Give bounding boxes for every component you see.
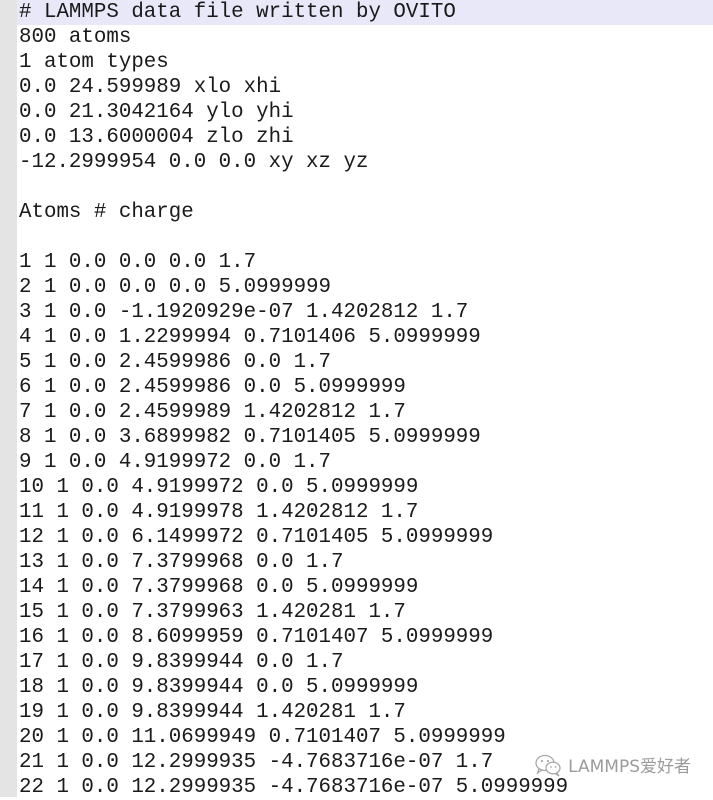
editor-line-atom[interactable]: 6 1 0.0 2.4599986 0.0 5.0999999	[17, 375, 713, 400]
editor-line-z-bounds[interactable]: 0.0 13.6000004 zlo zhi	[17, 125, 713, 150]
editor-line-atom[interactable]: 11 1 0.0 4.9199978 1.4202812 1.7	[17, 500, 713, 525]
editor-line-atom[interactable]: 15 1 0.0 7.3799963 1.420281 1.7	[17, 600, 713, 625]
editor-line-atom[interactable]: 12 1 0.0 6.1499972 0.7101405 5.0999999	[17, 525, 713, 550]
watermark: LAMMPS爱好者	[534, 752, 691, 777]
editor-line-atom[interactable]: 17 1 0.0 9.8399944 0.0 1.7	[17, 650, 713, 675]
editor-line-header-comment[interactable]: # LAMMPS data file written by OVITO	[17, 0, 713, 25]
editor-line-atom[interactable]: 7 1 0.0 2.4599989 1.4202812 1.7	[17, 400, 713, 425]
editor-line-x-bounds[interactable]: 0.0 24.599989 xlo xhi	[17, 75, 713, 100]
text-editor[interactable]: # LAMMPS data file written by OVITO 800 …	[0, 0, 713, 800]
editor-line-atom[interactable]: 1 1 0.0 0.0 0.0 1.7	[17, 250, 713, 275]
editor-line-atom[interactable]: 2 1 0.0 0.0 0.0 5.0999999	[17, 275, 713, 300]
editor-line-atoms-section[interactable]: Atoms # charge	[17, 200, 713, 225]
wechat-icon	[534, 753, 562, 777]
editor-text-area[interactable]: # LAMMPS data file written by OVITO 800 …	[17, 0, 713, 800]
editor-gutter	[0, 0, 17, 797]
watermark-text: LAMMPS爱好者	[568, 757, 691, 777]
editor-line-atom-types[interactable]: 1 atom types	[17, 50, 713, 75]
editor-line-atom[interactable]: 19 1 0.0 9.8399944 1.420281 1.7	[17, 700, 713, 725]
editor-line-atom[interactable]: 9 1 0.0 4.9199972 0.0 1.7	[17, 450, 713, 475]
editor-line-atom[interactable]: 20 1 0.0 11.0699949 0.7101407 5.0999999	[17, 725, 713, 750]
editor-line-atom[interactable]: 13 1 0.0 7.3799968 0.0 1.7	[17, 550, 713, 575]
editor-line-atom[interactable]: 8 1 0.0 3.6899982 0.7101405 5.0999999	[17, 425, 713, 450]
editor-line-atom[interactable]: 18 1 0.0 9.8399944 0.0 5.0999999	[17, 675, 713, 700]
editor-line-atom[interactable]: 14 1 0.0 7.3799968 0.0 5.0999999	[17, 575, 713, 600]
editor-line-atom-count[interactable]: 800 atoms	[17, 25, 713, 50]
editor-line-blank[interactable]	[17, 225, 713, 250]
editor-line-tilt-factors[interactable]: -12.2999954 0.0 0.0 xy xz yz	[17, 150, 713, 175]
editor-line-atom[interactable]: 22 1 0.0 12.2999935 -4.7683716e-07 5.099…	[17, 775, 713, 800]
editor-line-blank[interactable]	[17, 175, 713, 200]
editor-line-atom[interactable]: 16 1 0.0 8.6099959 0.7101407 5.0999999	[17, 625, 713, 650]
editor-line-y-bounds[interactable]: 0.0 21.3042164 ylo yhi	[17, 100, 713, 125]
editor-line-atom[interactable]: 4 1 0.0 1.2299994 0.7101406 5.0999999	[17, 325, 713, 350]
editor-line-atom[interactable]: 3 1 0.0 -1.1920929e-07 1.4202812 1.7	[17, 300, 713, 325]
editor-line-atom[interactable]: 10 1 0.0 4.9199972 0.0 5.0999999	[17, 475, 713, 500]
editor-line-atom[interactable]: 5 1 0.0 2.4599986 0.0 1.7	[17, 350, 713, 375]
